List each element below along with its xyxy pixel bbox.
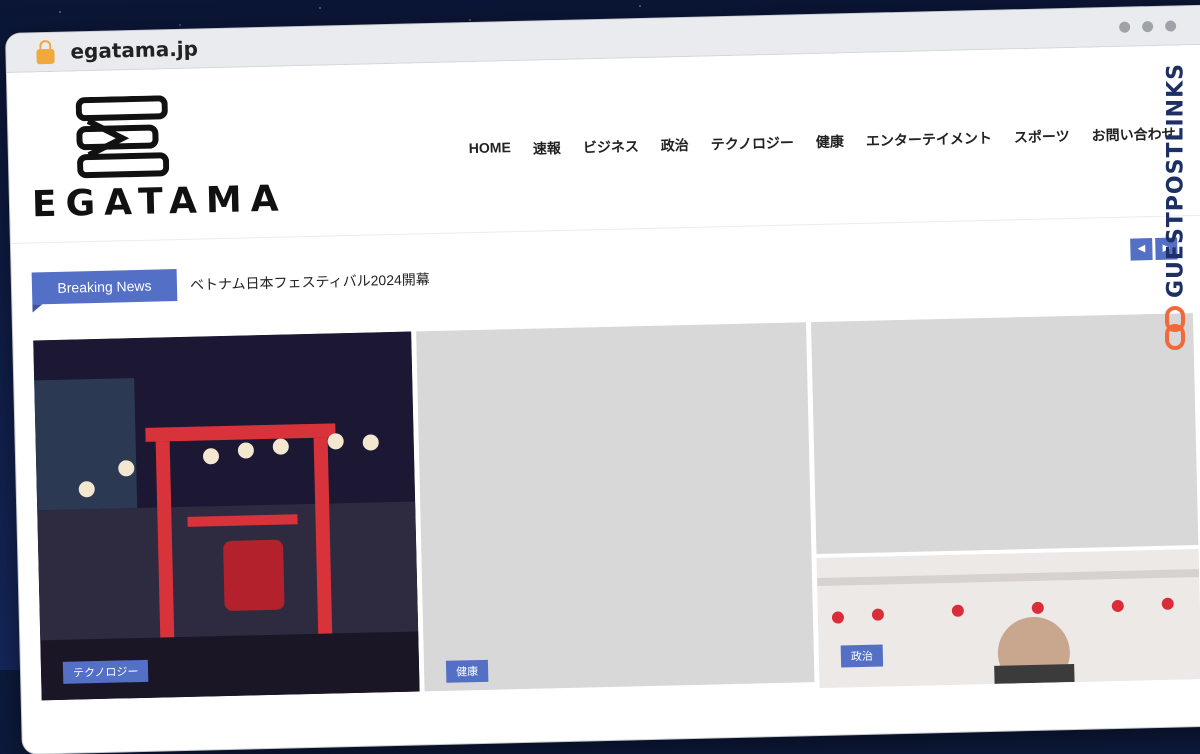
politics-image xyxy=(816,549,1200,689)
featured-tile-festival[interactable]: テクノロジー xyxy=(33,331,420,701)
nav-item-home[interactable]: HOME xyxy=(469,139,511,160)
tile-category-badge[interactable]: テクノロジー xyxy=(62,659,149,684)
main-nav: HOME 速報 ビジネス 政治 テクノロジー 健康 エンターテイメント スポーツ… xyxy=(469,123,1176,160)
breaking-news-bar: Breaking News ベトナム日本フェスティバル2024開幕 xyxy=(31,269,430,306)
chevron-left-icon[interactable]: ◀ xyxy=(1130,238,1153,261)
nav-item-health[interactable]: 健康 xyxy=(816,131,844,152)
site-logo-text[interactable]: EGATAMA xyxy=(32,178,288,225)
tile-category-badge[interactable]: 政治 xyxy=(840,644,884,668)
festival-image xyxy=(33,331,420,701)
tile-category-badge[interactable]: 健康 xyxy=(445,659,489,683)
link-icon xyxy=(1165,306,1185,350)
nav-item-breaking[interactable]: 速報 xyxy=(533,138,561,159)
browser-window: egatama.jp EGATAMA HOME 速報 ビジネス 政治 テクノロジ… xyxy=(6,5,1200,754)
featured-tile-blank[interactable] xyxy=(811,313,1199,555)
guestpostlinks-watermark: GUESTPOSTLINKS xyxy=(1156,58,1196,358)
nav-item-entertainment[interactable]: エンターテイメント xyxy=(866,128,992,151)
page-content: EGATAMA HOME 速報 ビジネス 政治 テクノロジー 健康 エンターテイ… xyxy=(6,44,1200,701)
nav-item-sports[interactable]: スポーツ xyxy=(1014,126,1070,147)
site-header: EGATAMA HOME 速報 ビジネス 政治 テクノロジー 健康 エンターテイ… xyxy=(6,44,1200,244)
window-controls xyxy=(1119,20,1177,33)
nav-item-politics[interactable]: 政治 xyxy=(661,135,689,156)
window-dot-icon[interactable] xyxy=(1119,21,1131,33)
nav-item-business[interactable]: ビジネス xyxy=(583,136,639,157)
window-dot-icon[interactable] xyxy=(1165,20,1177,32)
window-dot-icon[interactable] xyxy=(1142,20,1154,33)
watermark-text: GUESTPOSTLINKS xyxy=(1163,63,1189,298)
logo-mark-icon[interactable] xyxy=(75,95,170,179)
featured-tile-politics[interactable]: 政治 xyxy=(816,549,1200,689)
breaking-news-label: Breaking News xyxy=(31,269,178,305)
breaking-news-headline[interactable]: ベトナム日本フェスティバル2024開幕 xyxy=(190,265,590,294)
featured-tile-health[interactable]: 健康 xyxy=(416,322,815,692)
address-bar[interactable]: egatama.jp xyxy=(70,36,198,63)
nav-item-technology[interactable]: テクノロジー xyxy=(711,132,795,154)
lock-icon xyxy=(36,48,55,65)
